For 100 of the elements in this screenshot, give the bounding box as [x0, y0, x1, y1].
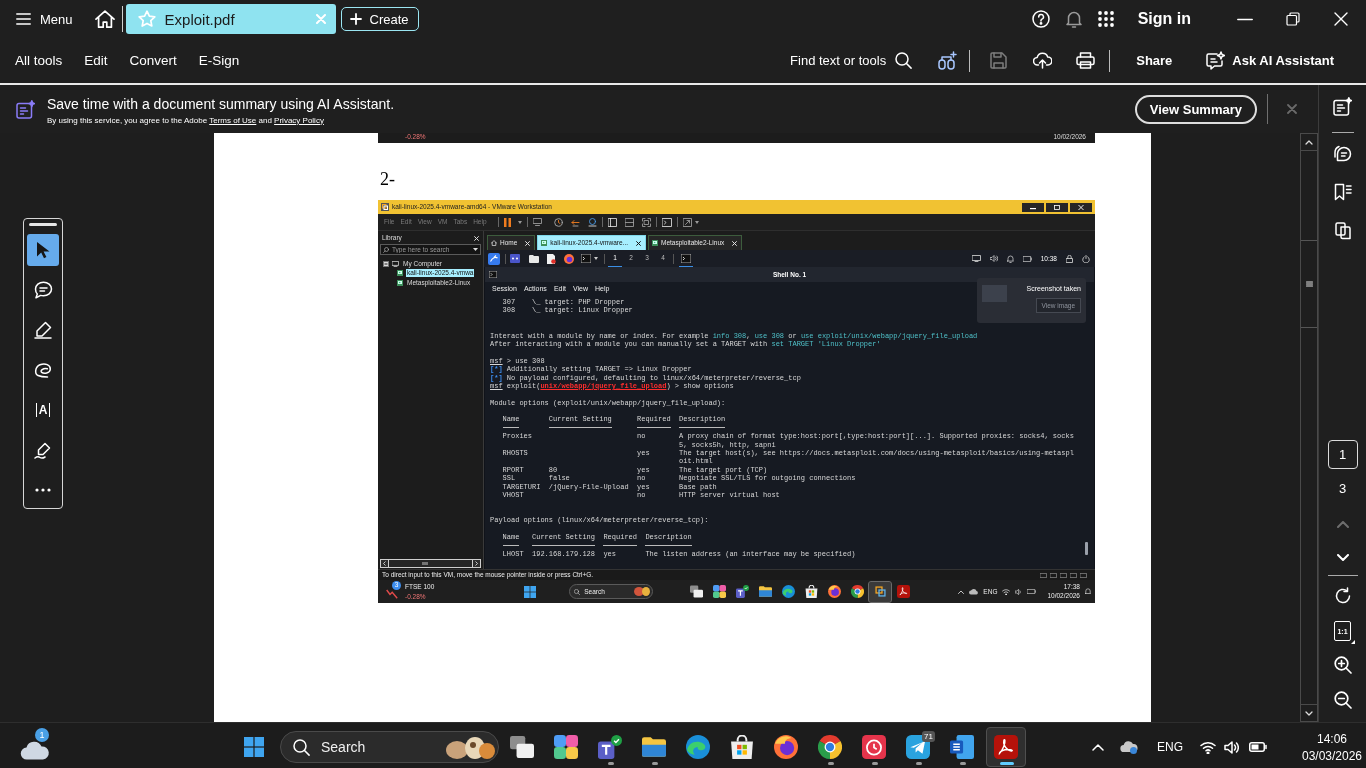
terminal-icon[interactable] — [681, 253, 691, 263]
comment-icon[interactable] — [1333, 145, 1352, 163]
ring-icon[interactable] — [587, 217, 597, 227]
folder-icon[interactable] — [529, 254, 539, 263]
caret-icon[interactable] — [517, 220, 522, 224]
screen-play-icon — [541, 240, 548, 246]
expand-arrow-icon[interactable] — [682, 217, 692, 227]
scroll-down-icon[interactable] — [1305, 710, 1313, 716]
find-button[interactable]: Find text or tools — [790, 52, 913, 69]
stock-chart-icon[interactable] — [386, 589, 398, 599]
minimize-icon[interactable] — [1237, 17, 1253, 21]
drag-handle[interactable] — [29, 222, 57, 226]
split-view-icon[interactable] — [624, 217, 634, 227]
taskbar-app-button[interactable]: 71 — [898, 727, 938, 767]
text-select-tool-button[interactable]: A — [27, 393, 59, 426]
minimize-icon[interactable] — [1022, 202, 1044, 212]
arrow-pointer-icon — [36, 240, 50, 259]
scroll-up-icon[interactable] — [1305, 139, 1313, 145]
horizontal-scrollbar[interactable] — [380, 559, 481, 568]
close-icon[interactable] — [636, 240, 641, 246]
home-icon[interactable] — [94, 10, 115, 28]
bell-icon[interactable] — [1065, 10, 1082, 28]
back-arrow-icon[interactable] — [570, 217, 580, 227]
menu-button[interactable]: Menu — [16, 5, 73, 33]
document-app-icon — [950, 735, 974, 759]
zoom-in-icon[interactable] — [1333, 656, 1352, 674]
workspace-icon[interactable] — [510, 254, 520, 263]
upload-icon[interactable] — [1033, 52, 1053, 69]
notification-bell-icon[interactable] — [1085, 588, 1091, 595]
ai-summary-icon — [16, 99, 35, 119]
zoom-out-icon[interactable] — [1333, 691, 1352, 709]
create-button[interactable]: Create — [340, 7, 419, 31]
rotate-icon[interactable] — [1333, 587, 1352, 605]
restore-icon[interactable] — [1286, 12, 1300, 26]
wifi-icon[interactable] — [1002, 588, 1011, 595]
signature-pen-icon — [33, 440, 53, 459]
bookmark-icon[interactable] — [1333, 183, 1352, 201]
taskbar-app-button[interactable] — [986, 727, 1026, 767]
page-number-field[interactable]: 1 — [1327, 440, 1358, 469]
bell-icon[interactable] — [1006, 254, 1014, 263]
chevron-down-icon[interactable] — [1336, 554, 1349, 561]
battery-icon[interactable] — [1027, 589, 1037, 594]
toolbar-menu-item[interactable]: Edit — [84, 45, 108, 76]
toolbar-menu-item[interactable]: E-Sign — [198, 45, 240, 76]
computer-icon[interactable] — [532, 218, 542, 226]
ai-summary-icon[interactable] — [1333, 97, 1352, 116]
scrollbar-thumb[interactable] — [1301, 240, 1317, 328]
cloud-status-icon[interactable] — [969, 588, 979, 595]
section-heading: 2- — [380, 169, 395, 189]
vm-logo-icon — [381, 203, 389, 211]
start-icon[interactable] — [524, 585, 537, 598]
document-icon[interactable] — [547, 253, 556, 264]
fullscreen-icon[interactable] — [641, 217, 651, 227]
battery-icon[interactable] — [1022, 255, 1032, 262]
help-icon[interactable] — [1031, 10, 1050, 28]
pause-icon[interactable] — [503, 217, 511, 227]
caret-icon[interactable] — [594, 257, 598, 260]
layout-icon[interactable] — [607, 217, 617, 227]
select-tool-button[interactable] — [27, 233, 59, 266]
cloud-status-icon[interactable] — [1120, 740, 1138, 754]
terms-link[interactable]: Terms of Use — [209, 115, 257, 125]
sign-in-button[interactable]: Sign in — [1137, 10, 1191, 28]
print-icon[interactable] — [1076, 52, 1096, 69]
toolbar-menu-item[interactable]: All tools — [15, 45, 63, 76]
toolbar-menu-item[interactable]: Convert — [129, 45, 177, 76]
battery-icon[interactable] — [1249, 742, 1267, 752]
terminal-icon[interactable] — [581, 254, 591, 263]
weather-cloud-icon[interactable] — [20, 740, 50, 760]
restore-icon[interactable] — [1046, 202, 1068, 212]
browser-icon — [850, 585, 864, 598]
lock-icon[interactable] — [1066, 254, 1073, 263]
caret-icon[interactable] — [694, 220, 699, 224]
comment-bubble-icon — [33, 280, 53, 299]
pdf-app-icon — [896, 585, 910, 598]
expander-icon[interactable] — [383, 260, 389, 267]
ask-assistant-button[interactable]: Ask AI Assistant — [1206, 51, 1334, 70]
view-summary-button[interactable]: View Summary — [1134, 94, 1257, 124]
close-icon[interactable] — [1070, 202, 1092, 212]
scrollbar-thumb[interactable] — [1085, 542, 1088, 555]
screen-play-icon — [397, 279, 403, 286]
apps-grid-icon[interactable] — [1097, 11, 1114, 27]
clock-icon[interactable] — [553, 217, 563, 227]
link-plus-icon[interactable] — [938, 51, 958, 70]
start-icon[interactable] — [244, 737, 264, 757]
document-tab[interactable]: Exploit.pdf — [125, 4, 336, 34]
app-menu-icon[interactable] — [488, 252, 500, 265]
wifi-icon[interactable] — [1200, 740, 1216, 754]
banner-headline: Save time with a document summary using AI Assistant. — [47, 95, 395, 112]
share-button[interactable]: Share — [1136, 53, 1173, 68]
browser-icon[interactable] — [564, 253, 574, 264]
pages-icon[interactable] — [1334, 222, 1351, 240]
clock-time: 14:06 — [1317, 731, 1347, 746]
speaker-icon[interactable] — [989, 255, 998, 262]
speaker-icon[interactable] — [1224, 740, 1239, 754]
plus-icon — [349, 13, 362, 25]
display-icon[interactable] — [971, 255, 981, 262]
power-icon[interactable] — [1082, 254, 1090, 263]
privacy-link[interactable]: Privacy Policy — [274, 115, 324, 125]
language-indicator[interactable]: ENG — [1157, 740, 1183, 754]
task-view-icon — [689, 585, 703, 598]
